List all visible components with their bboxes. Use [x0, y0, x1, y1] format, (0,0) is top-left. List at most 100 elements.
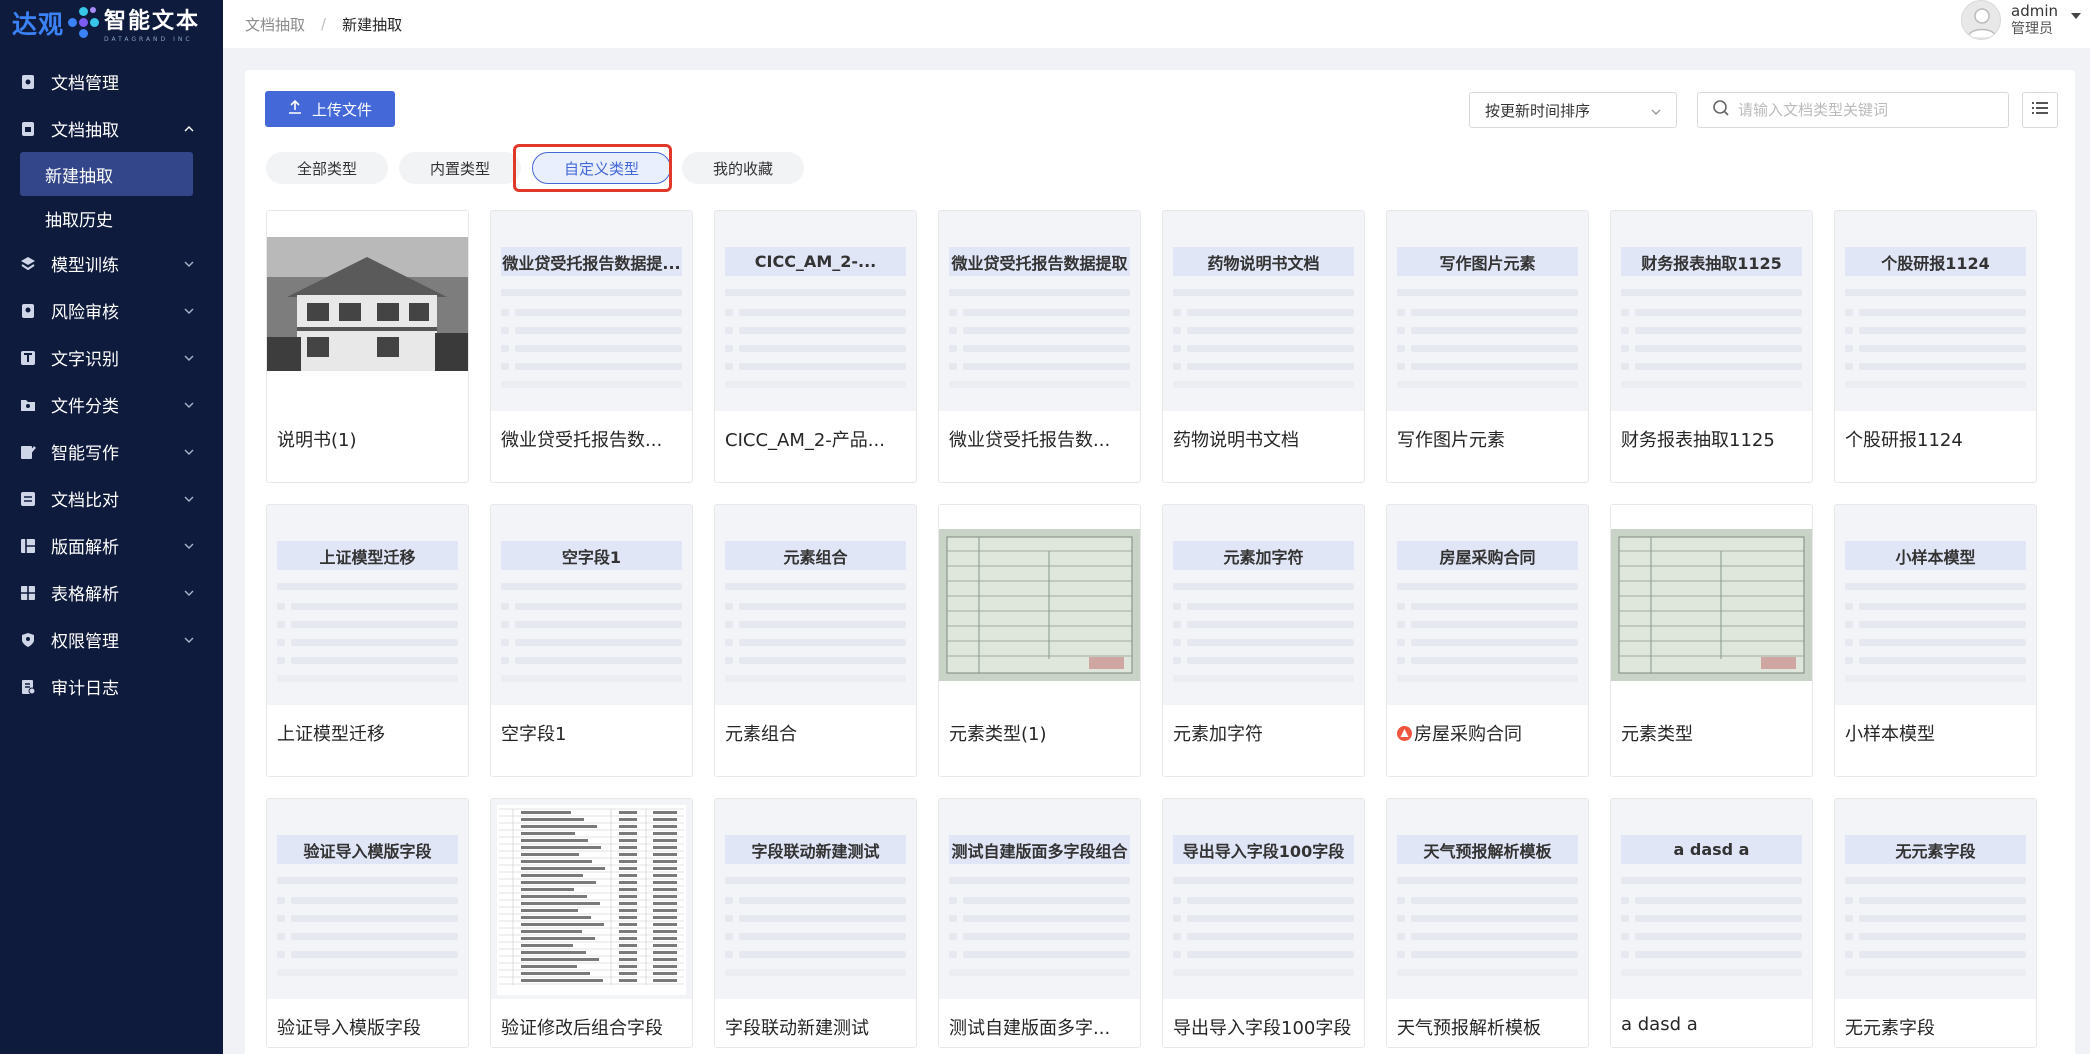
- card-thumbnail: 测试自建版面多字段组合: [939, 799, 1140, 999]
- doc-type-card[interactable]: 验证修改后组合字段: [490, 798, 693, 1048]
- sidebar-item-smart-write[interactable]: 智能写作: [0, 428, 223, 475]
- skeleton-line: [277, 877, 458, 884]
- doc-type-card[interactable]: 房屋采购合同 房屋采购合同: [1386, 504, 1589, 777]
- doc-type-card[interactable]: 微业贷受托报告数据提... 微业贷受托报告数...: [490, 210, 693, 483]
- skeleton-line: [949, 877, 1130, 884]
- doc-type-card[interactable]: 上证模型迁移 上证模型迁移: [266, 504, 469, 777]
- doc-type-card[interactable]: 元素类型: [1610, 504, 1813, 777]
- doc-type-card[interactable]: 天气预报解析模板 天气预报解析模板: [1386, 798, 1589, 1048]
- doc-type-card[interactable]: 验证导入模版字段 验证导入模版字段: [266, 798, 469, 1048]
- skeleton-line: [739, 897, 906, 904]
- doc-type-card[interactable]: 微业贷受托报告数据提取 微业贷受托报告数...: [938, 210, 1141, 483]
- doc-type-card[interactable]: 个股研报1124 个股研报1124: [1834, 210, 2037, 483]
- card-thumbnail: 无元素字段: [1835, 799, 2036, 999]
- card-label-text: 测试自建版面多字...: [949, 1018, 1111, 1039]
- skeleton-line: [291, 933, 458, 940]
- skeleton-dot: [1173, 621, 1181, 628]
- skeleton-line: [963, 345, 1130, 352]
- skeleton-dot: [1397, 897, 1405, 904]
- skeleton-line: [1411, 309, 1578, 316]
- card-thumbnail-title: 小样本模型: [1845, 541, 2026, 570]
- upload-button[interactable]: 上传文件: [265, 91, 395, 127]
- user-menu[interactable]: admin 管理员: [1961, 0, 2082, 40]
- doc-type-card[interactable]: 元素加字符 元素加字符: [1162, 504, 1365, 777]
- search-box[interactable]: [1697, 92, 2009, 128]
- doc-type-card[interactable]: 元素类型(1): [938, 504, 1141, 777]
- doc-type-card[interactable]: 无元素字段 无元素字段: [1834, 798, 2037, 1048]
- doc-type-card[interactable]: 说明书(1): [266, 210, 469, 483]
- tab-2[interactable]: 自定义类型: [532, 152, 672, 184]
- avatar[interactable]: [1961, 0, 2001, 40]
- tab-1[interactable]: 内置类型: [399, 152, 522, 184]
- skeleton-line: [1621, 381, 1802, 388]
- doc-type-card[interactable]: 写作图片元素 写作图片元素: [1386, 210, 1589, 483]
- search-icon: [1712, 99, 1730, 121]
- sidebar-item-doc-extract[interactable]: 文档抽取: [0, 105, 223, 152]
- skeleton-dot: [949, 915, 957, 922]
- sidebar-subitem[interactable]: 抽取历史: [20, 196, 193, 240]
- sidebar-item-layout-parse[interactable]: 版面解析: [0, 522, 223, 569]
- skeleton-dot: [277, 897, 285, 904]
- sort-select[interactable]: 按更新时间排序: [1469, 92, 1677, 128]
- skeleton-line: [725, 969, 906, 976]
- logo-icon: [68, 7, 100, 39]
- card-label: 药物说明书文档: [1173, 426, 1356, 452]
- sidebar-item-risk-review[interactable]: 风险审核: [0, 287, 223, 334]
- card-label: 小样本模型: [1845, 720, 2028, 746]
- skeleton-dot: [1397, 309, 1405, 316]
- logo[interactable]: 达观 智能文本 DATAGRAND INC: [0, 0, 223, 46]
- skeleton-line: [1859, 345, 2026, 352]
- card-thumbnail: 验证导入模版字段: [267, 799, 468, 999]
- doc-type-card[interactable]: a dasd a a dasd a: [1610, 798, 1813, 1048]
- doc-type-card[interactable]: 空字段1 空字段1: [490, 504, 693, 777]
- doc-type-card[interactable]: 元素组合 元素组合: [714, 504, 917, 777]
- list-view-button[interactable]: [2022, 92, 2058, 128]
- sidebar-item-table-parse[interactable]: 表格解析: [0, 569, 223, 616]
- tab-0[interactable]: 全部类型: [266, 152, 389, 184]
- sidebar-item-label: 表格解析: [51, 585, 119, 605]
- skeleton-dot: [1173, 897, 1181, 904]
- top-header: 文档抽取 / 新建抽取 admin 管理员: [223, 0, 2090, 48]
- doc-type-card[interactable]: CICC_AM_2-... CICC_AM_2-产品...: [714, 210, 917, 483]
- tab-3[interactable]: 我的收藏: [682, 152, 805, 184]
- sidebar-item-permission[interactable]: 权限管理: [0, 616, 223, 663]
- doc-type-card[interactable]: 字段联动新建测试 字段联动新建测试: [714, 798, 917, 1048]
- card-label-text: 上证模型迁移: [277, 724, 385, 745]
- search-input[interactable]: [1738, 101, 1988, 119]
- skeleton-line: [1411, 933, 1578, 940]
- sidebar-item-doc-manage[interactable]: 文档管理: [0, 58, 223, 105]
- card-thumbnail-title: 写作图片元素: [1397, 247, 1578, 276]
- sidebar-menu: 文档管理 文档抽取 新建抽取 抽取历史 模型训练 风险审核 文字识别 文件分类 智能写作 文档比对…: [0, 58, 223, 710]
- skeleton-dot: [1173, 603, 1181, 610]
- card-thumbnail: 微业贷受托报告数据提...: [491, 211, 692, 411]
- skeleton-dot: [1621, 915, 1629, 922]
- user-role: 管理员: [2011, 21, 2053, 37]
- skeleton-dot: [1173, 657, 1181, 664]
- caret-down-icon[interactable]: [2070, 5, 2082, 24]
- sidebar-item-file-classify[interactable]: 文件分类: [0, 381, 223, 428]
- skeleton-line: [1411, 363, 1578, 370]
- chevron-down-icon: [183, 540, 195, 552]
- sidebar-item-ocr[interactable]: 文字识别: [0, 334, 223, 381]
- list-icon: [2031, 100, 2049, 120]
- card-label-text: 个股研报1124: [1845, 430, 1963, 451]
- doc-type-card[interactable]: 药物说明书文档 药物说明书文档: [1162, 210, 1365, 483]
- warning-badge-icon: [1397, 726, 1412, 741]
- skeleton-dot: [501, 639, 509, 646]
- skeleton-line: [1187, 603, 1354, 610]
- skeleton-line: [1397, 877, 1578, 884]
- doc-type-card[interactable]: 财务报表抽取1125 财务报表抽取1125: [1610, 210, 1813, 483]
- doc-type-card[interactable]: 小样本模型 小样本模型: [1834, 504, 2037, 777]
- card-label: 导出导入字段100字段: [1173, 1014, 1356, 1040]
- card-label-text: 元素类型(1): [949, 724, 1047, 745]
- sidebar-item-audit-log[interactable]: 审计日志: [0, 663, 223, 710]
- skeleton-line: [1859, 603, 2026, 610]
- breadcrumb-parent[interactable]: 文档抽取: [245, 14, 305, 35]
- skeleton-line: [1635, 309, 1802, 316]
- doc-type-card[interactable]: 测试自建版面多字段组合测试自建版面多字...: [938, 798, 1141, 1048]
- sidebar-subitem[interactable]: 新建抽取: [20, 152, 193, 196]
- sidebar-item-model-train[interactable]: 模型训练: [0, 240, 223, 287]
- sidebar-item-doc-compare[interactable]: 文档比对: [0, 475, 223, 522]
- card-thumbnail: 房屋采购合同: [1387, 505, 1588, 705]
- doc-type-card[interactable]: 导出导入字段100字段 导出导入字段100字段: [1162, 798, 1365, 1048]
